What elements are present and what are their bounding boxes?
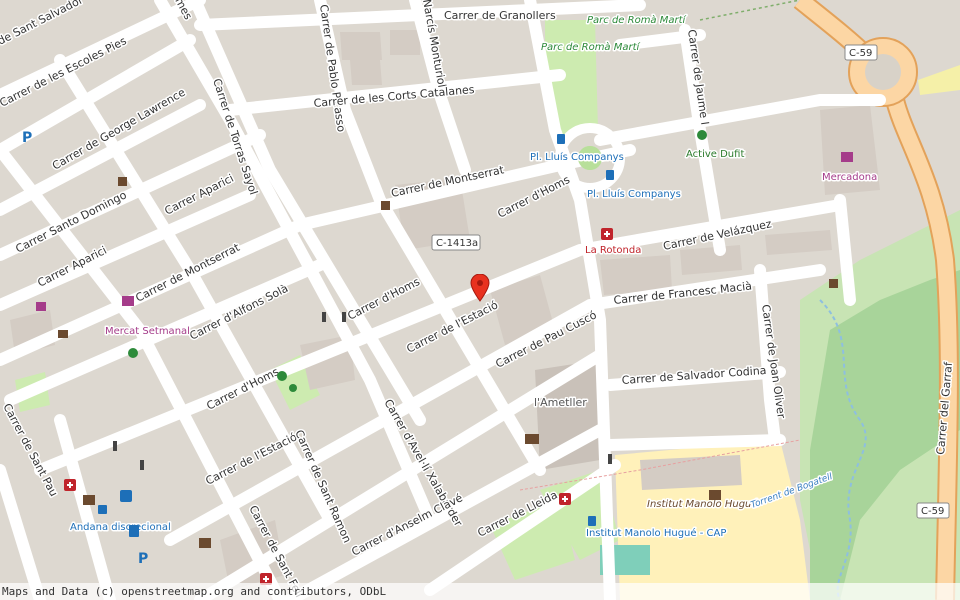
label-lluis-companys-2: Pl. Lluís Companys [587,188,681,200]
viewpoint-icon [58,330,68,338]
label-andana: Andana discrecional [70,522,171,533]
svg-text:P: P [138,551,148,567]
label-parc-1: Parc de Romà Martí [587,14,687,26]
svg-text:P: P [22,130,32,146]
label-institut-cap: Institut Manolo Hugué - CAP [586,527,726,539]
library-icon [83,495,95,505]
shield-c59-top: C-59 [844,44,878,61]
label-granollers: Carrer de Granollers [444,9,556,22]
pharmacy-icon [601,228,613,240]
label-ametller: l'Ametller [534,396,587,409]
bus-stop-icon [557,134,565,144]
shield-c59-bottom: C-59 [916,502,950,519]
svg-text:C-59: C-59 [921,506,944,517]
parking-icon-2: P [138,551,148,567]
label-institut: Institut Manolo Hugué [647,498,758,510]
supermarket-icon [841,152,853,162]
post-office-icon [525,434,539,444]
svg-text:C-1413a: C-1413a [436,238,478,249]
fitness-icon [697,130,707,140]
map-canvas[interactable]: Carrer de Granollers de Sant Salvador Ca… [0,0,960,600]
location-marker-icon[interactable] [470,274,490,302]
bus-stop-icon-2 [606,170,614,180]
market-icon [122,296,134,306]
supermarket-icon-2 [36,302,46,311]
cafe-icon [118,177,127,186]
label-lluis-companys-1: Pl. Lluís Companys [530,151,624,163]
label-mercadona: Mercadona [822,172,877,183]
svg-text:C-59: C-59 [849,48,872,59]
parking-icon: P [22,130,32,146]
shield-c1413a: C-1413a [431,234,481,251]
pharmacy-icon-3 [64,479,76,491]
school-icon [709,490,721,500]
label-la-rotonda: La Rotonda [585,245,641,256]
attribution-text: Maps and Data (c) openstreetmap.org and … [2,585,387,598]
pharmacy-icon-2 [559,493,571,505]
cafe-icon-3 [829,279,838,288]
playground-icon-2 [128,348,138,358]
attribution-bar: Maps and Data (c) openstreetmap.org and … [0,583,960,600]
label-parc-2: Parc de Romà Martí [541,41,641,53]
charging-station-icon [129,525,139,537]
label-active-dufit: Active Dufit [686,149,744,160]
label-mercat-setmanal: Mercat Setmanal [105,326,190,337]
bank-icon [199,538,211,548]
cafe-icon-2 [381,201,390,210]
